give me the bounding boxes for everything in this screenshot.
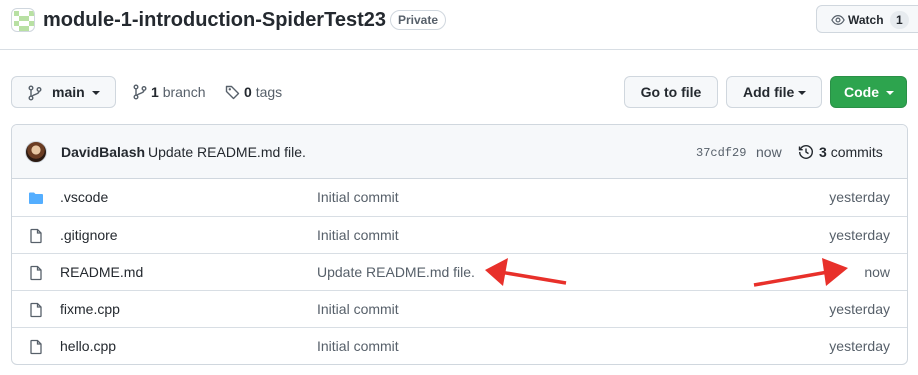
annotation-arrow-right: [753, 258, 848, 287]
annotation-arrows: [485, 258, 848, 287]
annotation-arrow-left: [485, 258, 567, 286]
